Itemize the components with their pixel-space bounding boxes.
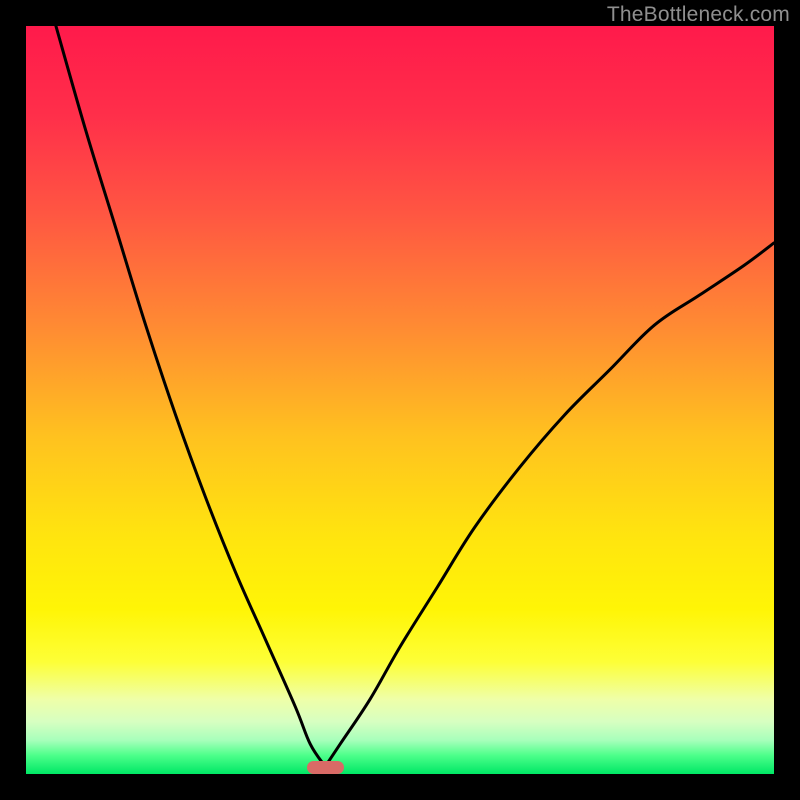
bottleneck-curve bbox=[26, 26, 774, 774]
chart-frame bbox=[26, 26, 774, 774]
watermark-text: TheBottleneck.com bbox=[607, 3, 790, 27]
optimum-marker bbox=[307, 761, 344, 774]
